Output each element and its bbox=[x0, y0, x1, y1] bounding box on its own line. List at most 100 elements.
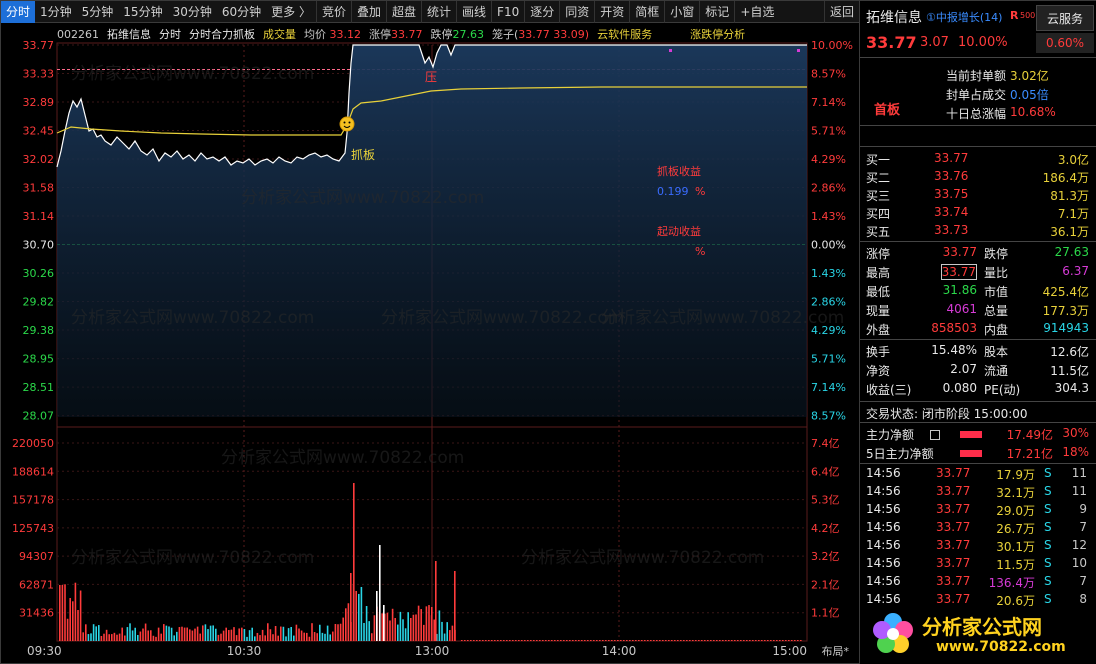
btn-f10[interactable]: F10 bbox=[491, 0, 524, 23]
seal-label: 当前封单额 bbox=[946, 69, 1007, 83]
volume-bar bbox=[461, 640, 463, 641]
volume-bar bbox=[599, 640, 601, 641]
btn-minute[interactable]: 逐分 bbox=[524, 0, 559, 23]
pct-tick: 5.71% bbox=[811, 353, 846, 366]
volume-bar bbox=[173, 635, 175, 641]
btn-open-fund[interactable]: 开资 bbox=[594, 0, 629, 23]
btn-super[interactable]: 超盘 bbox=[386, 0, 421, 23]
volume-bar bbox=[746, 640, 748, 641]
volume-bar bbox=[722, 640, 724, 641]
tick-time: 14:56 bbox=[866, 484, 901, 498]
pct-tick: 8.57% bbox=[811, 68, 846, 81]
tick-time: 14:56 bbox=[866, 556, 901, 570]
volume-tick: 94307 bbox=[19, 550, 54, 563]
volume-bar bbox=[92, 624, 95, 641]
volume-bar bbox=[196, 626, 199, 641]
volume-bar bbox=[189, 629, 191, 641]
divider bbox=[860, 125, 1096, 126]
volume-bar bbox=[449, 630, 451, 641]
volume-bar bbox=[438, 610, 441, 641]
volume-bar bbox=[716, 640, 718, 641]
volume-bar bbox=[435, 561, 437, 641]
volume-bar bbox=[494, 640, 496, 641]
pct-tick: 5.71% bbox=[811, 125, 846, 138]
pct-tick: 8.57% bbox=[811, 410, 846, 423]
tick-price: 33.77 bbox=[936, 520, 971, 534]
volume-bar bbox=[313, 632, 316, 641]
tick-count: 7 bbox=[1079, 520, 1087, 534]
volume-bar bbox=[590, 640, 592, 641]
limit-down-group: 跌停27.63 bbox=[431, 26, 485, 42]
volume-bar bbox=[77, 610, 79, 641]
tab-1min[interactable]: 1分钟 bbox=[35, 1, 77, 23]
volume-bar bbox=[794, 640, 796, 641]
amount-tick: 6.4亿 bbox=[811, 465, 840, 478]
volume-bar bbox=[295, 624, 298, 641]
tab-15min[interactable]: 15分钟 bbox=[118, 1, 167, 23]
volume-bar bbox=[800, 640, 802, 641]
volume-bar bbox=[399, 611, 402, 641]
volume-bar bbox=[365, 606, 368, 641]
layout-button[interactable]: 布局* bbox=[822, 645, 850, 658]
tab-more[interactable]: 更多 〉 bbox=[266, 1, 316, 23]
volume-bar bbox=[674, 640, 676, 641]
cloud-software-link[interactable]: 云软件服务 bbox=[597, 26, 652, 42]
btn-add-watchlist[interactable]: +自选 bbox=[734, 0, 779, 23]
volume-bar bbox=[199, 633, 201, 641]
btn-simple[interactable]: 简框 bbox=[629, 0, 664, 23]
volume-bar bbox=[731, 640, 733, 641]
price-tick: 32.02 bbox=[23, 153, 55, 166]
intraday-chart[interactable]: 33.77 10.00% 33.33 8.57% 32.89 7.14% 32.45 5.71… bbox=[1, 23, 859, 664]
pct-tick: 7.14% bbox=[811, 96, 846, 109]
panel-stock-name: 拓维信息 bbox=[866, 10, 922, 26]
amount-tick: 5.3亿 bbox=[811, 494, 840, 507]
volume-bar bbox=[353, 483, 355, 641]
time-tick: 10:30 bbox=[227, 644, 262, 658]
volume-bar bbox=[391, 608, 394, 641]
price-tick: 28.95 bbox=[23, 353, 55, 366]
volume-bar bbox=[698, 640, 700, 641]
volume-bar bbox=[324, 633, 326, 641]
volume-bar bbox=[410, 618, 412, 641]
tab-60min[interactable]: 60分钟 bbox=[217, 1, 266, 23]
volume-bar bbox=[131, 630, 134, 641]
bid-label: 买五 bbox=[866, 225, 891, 239]
volume-bar bbox=[90, 633, 92, 641]
btn-draw[interactable]: 画线 bbox=[456, 0, 491, 23]
tab-30min[interactable]: 30分钟 bbox=[168, 1, 217, 23]
btn-same-fund[interactable]: 同资 bbox=[559, 0, 594, 23]
btn-mark[interactable]: 标记 bbox=[699, 0, 734, 23]
tick-count: 8 bbox=[1079, 592, 1087, 606]
price-tick: 33.77 bbox=[23, 39, 55, 52]
limit-analysis-link[interactable]: 涨跌停分析 bbox=[690, 26, 745, 42]
list-icon[interactable] bbox=[930, 430, 940, 440]
amount-tick: 3.2亿 bbox=[811, 550, 840, 563]
tab-5min[interactable]: 5分钟 bbox=[77, 1, 119, 23]
volume-bar bbox=[692, 640, 694, 641]
volume-bar bbox=[383, 605, 385, 641]
btn-overlay[interactable]: 叠加 bbox=[350, 0, 386, 23]
volume-bar bbox=[710, 640, 712, 641]
volume-bar bbox=[677, 640, 679, 641]
btn-mini-window[interactable]: 小窗 bbox=[664, 0, 699, 23]
volume-bar bbox=[635, 640, 637, 641]
volume-bar bbox=[165, 625, 168, 641]
panel-tag[interactable]: ①中报增长(14) bbox=[926, 9, 1002, 25]
indicator-name[interactable]: 分时合力抓板 bbox=[189, 26, 255, 42]
volume-bar bbox=[85, 624, 87, 641]
tab-intraday[interactable]: 分时 bbox=[1, 0, 36, 23]
btn-stats[interactable]: 统计 bbox=[421, 0, 456, 23]
volume-bar bbox=[306, 632, 308, 641]
volume-bar bbox=[264, 635, 266, 641]
start-label: 起动收益 bbox=[657, 224, 701, 238]
cloud-service-button[interactable]: 云服务 bbox=[1036, 5, 1094, 31]
volume-bar bbox=[503, 640, 505, 641]
volume-bar bbox=[551, 640, 553, 641]
watermark-text: 分析家公式网www.70822.com bbox=[601, 308, 844, 328]
volume-bar bbox=[293, 635, 295, 641]
volume-bar bbox=[82, 632, 84, 641]
limit-down-value: 27.63 bbox=[452, 28, 485, 41]
smiley-eye bbox=[348, 121, 351, 124]
btn-auction[interactable]: 竞价 bbox=[315, 0, 351, 23]
btn-back[interactable]: 返回 bbox=[823, 0, 859, 23]
